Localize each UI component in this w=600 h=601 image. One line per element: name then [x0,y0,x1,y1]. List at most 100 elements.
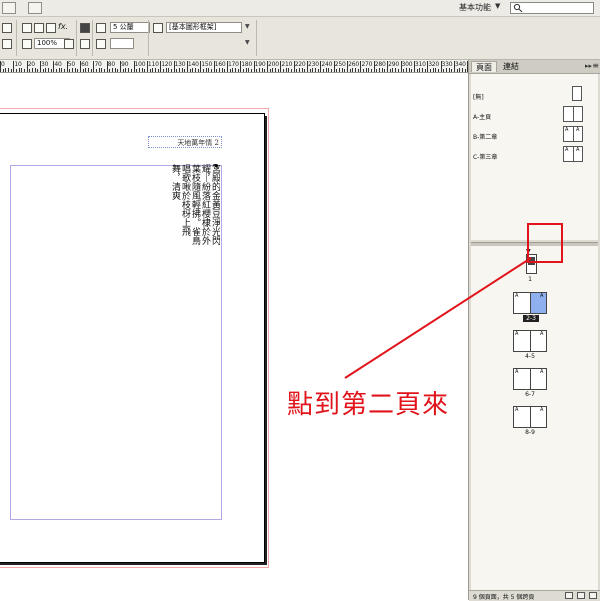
ruler-label: 40 [54,61,62,68]
object-style-icon[interactable] [153,23,163,33]
page-shadow [265,116,267,565]
ruler-minor-tick [178,68,180,72]
ruler-minor-tick [323,69,325,72]
selection-icon[interactable] [22,39,32,49]
ruler-minor-tick [419,68,421,72]
ruler-minor-tick [64,69,66,72]
edit-page-size-icon[interactable] [565,592,573,599]
new-page-icon[interactable] [577,592,585,599]
workspace-switcher[interactable]: 基本功能 [459,2,491,13]
ruler-minor-tick [138,68,140,72]
master-none-thumbnail[interactable] [572,86,582,101]
ruler-minor-tick [184,69,186,72]
ruler-minor-tick [162,69,164,72]
object-style-dropdown[interactable]: [基本圖形框架] [166,22,242,33]
ruler-minor-tick [464,69,466,72]
effects-fx-icon[interactable]: fx. [58,22,68,31]
master-b[interactable]: B-第二章 [473,132,497,141]
ruler-minor-tick [234,68,236,72]
ruler-minor-tick [58,68,60,72]
master-c-thumbnail[interactable]: A A [563,146,583,162]
search-icon [513,3,523,13]
ruler-minor-tick [437,69,439,72]
ruler-minor-tick [114,68,116,72]
spread-8-9-label: 8-9 [525,429,535,436]
spread-4-5-thumbnail[interactable]: A A [513,330,547,352]
panel-menu-icon[interactable]: ≡ [592,61,599,70]
ruler-minor-tick [331,69,333,72]
view-options-button[interactable] [28,2,42,14]
ruler-minor-tick [154,68,156,72]
ruler-label: 160 [214,61,226,68]
tab-pages[interactable]: 頁面 [471,61,497,72]
frame-fitting-icon[interactable] [2,23,12,33]
ruler-minor-tick [18,68,20,72]
ruler-minor-tick [237,69,239,72]
ruler-minor-tick [221,68,223,72]
panel-tab-bar: 頁面 連結 ▸▸ ≡ [469,60,600,74]
screen-mode-button[interactable] [2,2,16,14]
selected-page-highlight[interactable] [531,293,546,313]
ruler-minor-tick [445,68,447,72]
opacity-icon[interactable] [64,39,74,49]
ruler-minor-tick [42,69,44,72]
chevron-down-icon[interactable]: ▼ [245,23,250,30]
ruler-minor-tick [275,68,276,72]
stroke-type-dropdown[interactable] [110,38,134,49]
ruler-minor-tick [117,69,119,72]
control-panel: fx. 100% 5 公釐 [基本圖形框架] ▼ ▼ [0,17,600,60]
ruler-minor-tick [403,69,405,72]
ruler-minor-tick [34,68,36,72]
search-input[interactable] [510,2,594,14]
master-a-thumbnail[interactable] [563,106,583,122]
arrange-icon[interactable] [46,23,56,33]
ruler-minor-tick [328,68,330,72]
ruler-minor-tick [210,69,212,72]
stroke-swatch-icon[interactable] [34,23,44,33]
ruler-minor-tick [264,69,266,72]
delete-page-icon[interactable] [589,592,597,599]
ruler-minor-tick [315,68,317,72]
master-none[interactable]: [無] [473,92,484,101]
ruler-minor-tick [411,69,413,72]
ruler-minor-tick [29,69,31,72]
stroke-weight-field[interactable]: 5 公釐 [110,22,150,33]
zoom-icon[interactable] [22,23,32,33]
chevron-down-icon[interactable]: ▼ [245,39,250,46]
ruler-minor-tick [112,68,114,72]
vertical-text-frame[interactable]: 宮殿的金黃豆淨光閃耀，紛落紅櫻棣於外葉枝隨風輕拂。雀鳥唱歌啾於枝枒上飛舞，清爽 [148,152,222,252]
spread-2-3-thumbnail[interactable]: A A [513,292,547,314]
ruler-minor-tick [165,68,167,72]
master-b-thumbnail[interactable]: A A [563,126,583,142]
ruler-minor-tick [336,69,338,72]
ruler-minor-tick [355,68,357,72]
stroke-align-icon[interactable] [80,23,90,33]
running-header-frame[interactable]: 天地萬年情 2 [148,136,222,148]
page-1-label: 1 [528,276,532,283]
fill-swatch-icon[interactable] [80,39,90,49]
text-frame-outport-icon[interactable]: ◥ [213,163,220,170]
ruler-minor-tick [10,69,12,72]
master-a[interactable]: A-主頁 [473,112,491,121]
ruler-label: 190 [254,61,266,68]
ruler-minor-tick [90,69,92,72]
ruler-minor-tick [389,69,391,72]
ruler-label: 250 [334,61,346,68]
spread-6-7-thumbnail[interactable]: A A [513,368,547,390]
chevron-down-icon[interactable]: ▼ [495,2,500,10]
tab-links[interactable]: 連結 [499,61,523,72]
ruler-label: 260 [348,61,359,68]
stroke-type-icon[interactable] [96,39,106,49]
ruler-minor-tick [381,68,383,72]
master-c[interactable]: C-第三章 [473,152,497,161]
ruler-minor-tick [269,69,271,72]
spread-8-9-thumbnail[interactable]: A A [513,406,547,428]
ruler-label: 280 [374,61,386,68]
ruler-minor-tick [144,69,146,72]
ruler-minor-tick [299,68,301,72]
ruler-minor-tick [170,69,172,72]
collapse-panel-icon[interactable]: ▸▸ [585,62,592,70]
reference-point-icon[interactable] [2,39,12,49]
frame-grid-icon [206,172,218,182]
stroke-weight-icon[interactable] [96,23,106,33]
